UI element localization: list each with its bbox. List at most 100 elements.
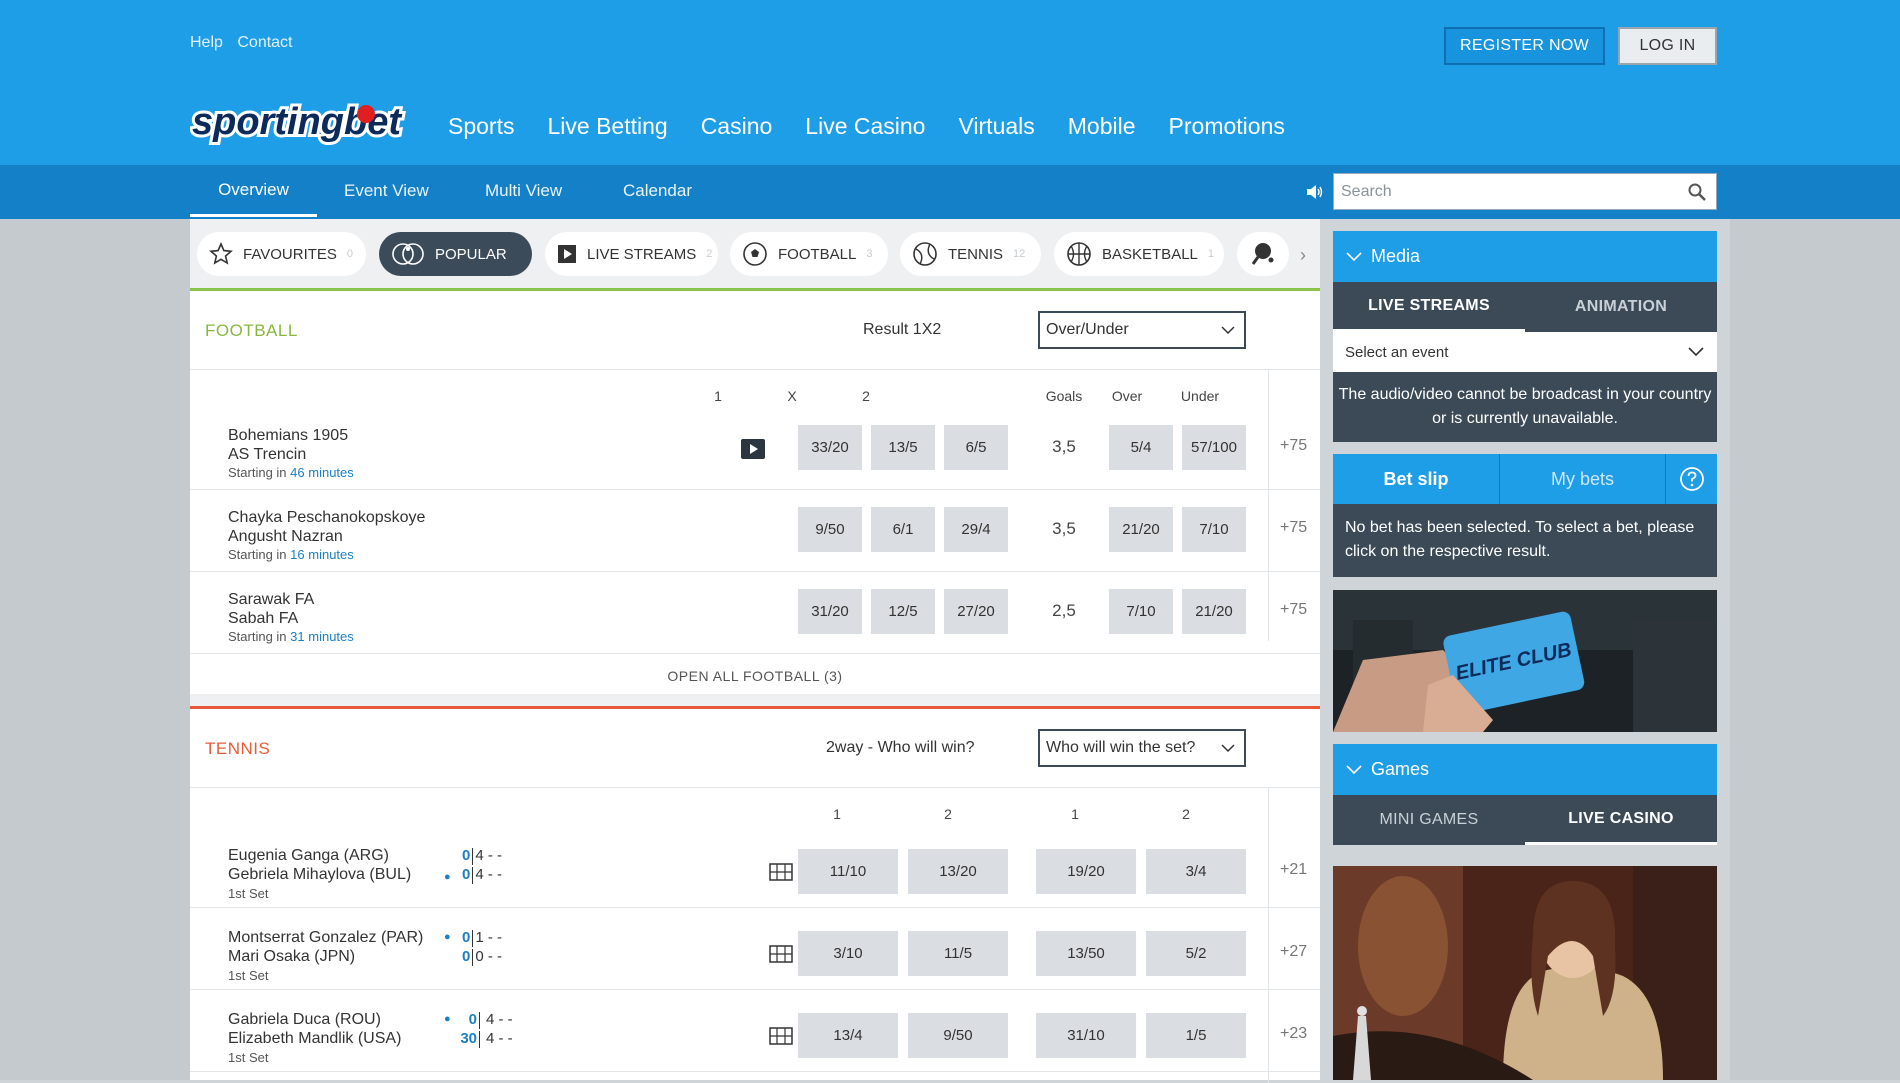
- tab-overview[interactable]: Overview: [190, 165, 317, 217]
- search-icon[interactable]: [1687, 182, 1707, 202]
- odd-button[interactable]: 1/5: [1146, 1013, 1246, 1058]
- tab-calendar[interactable]: Calendar: [623, 165, 692, 217]
- odd-button[interactable]: 9/50: [798, 507, 862, 552]
- help-link[interactable]: Help: [190, 34, 223, 51]
- odd-button[interactable]: 57/100: [1182, 425, 1246, 470]
- scoreboard-icon[interactable]: [769, 945, 793, 963]
- odd-button[interactable]: 6/5: [944, 425, 1008, 470]
- nav-live-betting[interactable]: Live Betting: [547, 113, 667, 140]
- tab-live-streams[interactable]: LIVE STREAMS: [1333, 282, 1525, 332]
- odd-button[interactable]: 21/20: [1182, 589, 1246, 634]
- odd-button[interactable]: 13/5: [871, 425, 935, 470]
- set-winner-dropdown[interactable]: Who will win the set?: [1038, 729, 1246, 767]
- filter-label: FAVOURITES: [243, 245, 337, 263]
- filter-label: POPULAR: [435, 245, 507, 263]
- match-players[interactable]: Eugenia Ganga (ARG) Gebriela Mihaylova (…: [228, 846, 411, 884]
- odd-button[interactable]: 5/2: [1146, 931, 1246, 976]
- tab-mini-games[interactable]: MINI GAMES: [1333, 795, 1525, 845]
- open-all-football-link[interactable]: OPEN ALL FOOTBALL (3): [190, 668, 1320, 684]
- speaker-icon[interactable]: [1305, 182, 1325, 202]
- media-header[interactable]: Media: [1333, 231, 1717, 282]
- odd-button[interactable]: 13/20: [908, 849, 1008, 894]
- nav-casino[interactable]: Casino: [701, 113, 773, 140]
- more-markets-link[interactable]: +21: [1280, 861, 1307, 879]
- media-tabs: LIVE STREAMS ANIMATION: [1333, 282, 1717, 332]
- tab-bet-slip[interactable]: Bet slip: [1333, 454, 1499, 504]
- filter-basketball[interactable]: BASKETBALL 1: [1054, 232, 1224, 276]
- start-time: Starting in 31 minutes: [228, 629, 354, 644]
- odd-button[interactable]: 27/20: [944, 589, 1008, 634]
- odd-button[interactable]: 3/4: [1146, 849, 1246, 894]
- odd-button[interactable]: 31/20: [798, 589, 862, 634]
- odd-button[interactable]: 5/4: [1109, 425, 1173, 470]
- scoreboard-icon[interactable]: [769, 863, 793, 881]
- register-button[interactable]: REGISTER NOW: [1444, 27, 1605, 65]
- divider: [190, 571, 1320, 572]
- divider: [1268, 787, 1269, 1083]
- match-teams[interactable]: Sarawak FA Sabah FA: [228, 590, 314, 628]
- login-button[interactable]: LOG IN: [1618, 27, 1717, 65]
- live-stream-icon[interactable]: [741, 439, 765, 459]
- col-header-1: 1: [714, 388, 722, 404]
- match-players[interactable]: Montserrat Gonzalez (PAR) Mari Osaka (JP…: [228, 928, 423, 966]
- filters-next-arrow-icon[interactable]: ›: [1300, 245, 1306, 266]
- select-event-dropdown[interactable]: Select an event: [1333, 332, 1717, 372]
- odd-button[interactable]: 13/4: [798, 1013, 898, 1058]
- divider: [190, 787, 1320, 788]
- odd-button[interactable]: 11/5: [908, 931, 1008, 976]
- sportingbet-logo[interactable]: sportingbet: [190, 100, 416, 148]
- odd-button[interactable]: 13/50: [1036, 931, 1136, 976]
- more-markets-link[interactable]: +75: [1280, 601, 1307, 619]
- odd-button[interactable]: 7/10: [1109, 589, 1173, 634]
- match-players[interactable]: Gabriela Duca (ROU) Elizabeth Mandlik (U…: [228, 1010, 401, 1048]
- match-teams[interactable]: Bohemians 1905 AS Trencin: [228, 426, 348, 464]
- over-under-dropdown[interactable]: Over/Under: [1038, 311, 1246, 349]
- contact-link[interactable]: Contact: [237, 34, 292, 51]
- more-markets-link[interactable]: +75: [1280, 437, 1307, 455]
- tab-multi-view[interactable]: Multi View: [485, 165, 562, 217]
- nav-mobile[interactable]: Mobile: [1068, 113, 1136, 140]
- search-input[interactable]: Search: [1333, 173, 1717, 210]
- filter-football[interactable]: FOOTBALL 3: [730, 232, 888, 276]
- games-header[interactable]: Games: [1333, 744, 1717, 795]
- nav-sports[interactable]: Sports: [448, 113, 514, 140]
- more-markets-link[interactable]: +27: [1280, 943, 1307, 961]
- help-button[interactable]: [1666, 454, 1717, 504]
- scoreboard-icon[interactable]: [769, 1027, 793, 1045]
- elite-club-banner[interactable]: ELITE CLUB: [1333, 590, 1717, 732]
- tab-animation[interactable]: ANIMATION: [1525, 282, 1717, 332]
- odd-button[interactable]: 3/10: [798, 931, 898, 976]
- odd-button[interactable]: 29/4: [944, 507, 1008, 552]
- filter-favourites[interactable]: FAVOURITES 0: [197, 232, 366, 276]
- more-markets-link[interactable]: +75: [1280, 519, 1307, 537]
- filter-tennis[interactable]: TENNIS 12: [900, 232, 1041, 276]
- more-markets-link[interactable]: +23: [1280, 1025, 1307, 1043]
- nav-live-casino[interactable]: Live Casino: [805, 113, 925, 140]
- serve-indicator: ●: [444, 871, 451, 883]
- odd-button[interactable]: 7/10: [1182, 507, 1246, 552]
- odd-button[interactable]: 31/10: [1036, 1013, 1136, 1058]
- filter-popular[interactable]: POPULAR: [379, 232, 532, 276]
- table-tennis-icon: [1249, 241, 1277, 267]
- filter-label: LIVE STREAMS: [587, 245, 697, 263]
- match-teams[interactable]: Chayka Peschanokopskoye Angusht Nazran: [228, 508, 425, 546]
- right-gutter: [1730, 219, 1900, 1080]
- nav-virtuals[interactable]: Virtuals: [958, 113, 1034, 140]
- filter-live-streams[interactable]: LIVE STREAMS 2: [545, 232, 718, 276]
- odd-button[interactable]: 19/20: [1036, 849, 1136, 894]
- tab-live-casino[interactable]: LIVE CASINO: [1525, 795, 1717, 845]
- live-casino-banner[interactable]: [1333, 866, 1717, 1080]
- odd-button[interactable]: 11/10: [798, 849, 898, 894]
- filter-table-tennis[interactable]: [1237, 232, 1289, 276]
- nav-promotions[interactable]: Promotions: [1169, 113, 1285, 140]
- odd-button[interactable]: 21/20: [1109, 507, 1173, 552]
- odd-button[interactable]: 33/20: [798, 425, 862, 470]
- col-header-under: Under: [1180, 388, 1220, 404]
- scoreboard: 0 30: [452, 1010, 482, 1048]
- odd-button[interactable]: 6/1: [871, 507, 935, 552]
- odd-button[interactable]: 12/5: [871, 589, 935, 634]
- odd-button[interactable]: 9/50: [908, 1013, 1008, 1058]
- tab-event-view[interactable]: Event View: [344, 165, 429, 217]
- tab-my-bets[interactable]: My bets: [1500, 454, 1665, 504]
- filter-count: 12: [1013, 248, 1026, 260]
